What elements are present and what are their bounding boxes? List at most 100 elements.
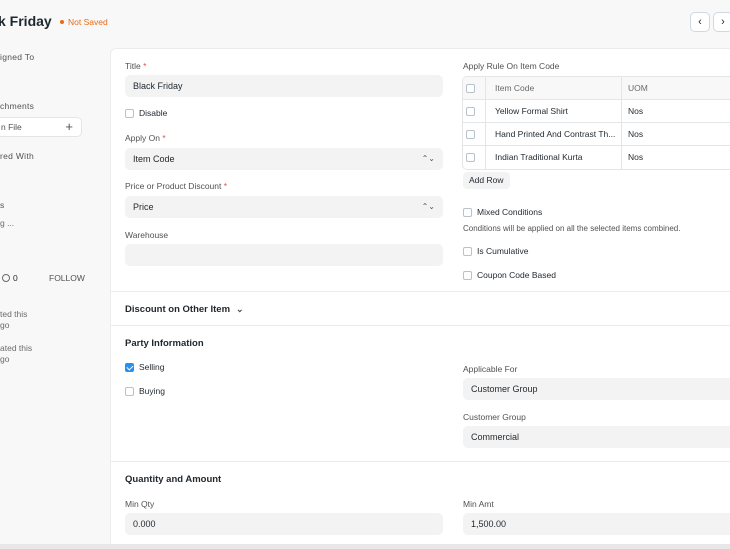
disable-label: Disable [139,108,168,118]
selling-checkbox[interactable] [125,363,134,372]
horizontal-scrollbar[interactable] [0,544,730,549]
table-row[interactable]: Indian Traditional Kurta Nos [463,146,730,169]
tags-label: s [0,200,5,210]
activity-updated: ated this go [0,343,32,365]
selling-label: Selling [139,362,165,372]
row-checkbox[interactable] [466,130,475,139]
column-header-uom: UOM [628,83,648,93]
item-code-cell[interactable]: Yellow Formal Shirt [495,100,617,123]
add-tag-link[interactable]: g ... [0,218,14,229]
apply-rule-label: Apply Rule On Item Code [463,61,560,71]
apply-on-value: Item Code [133,154,175,164]
follow-button[interactable]: FOLLOW [49,273,85,284]
column-divider [485,77,486,100]
previous-record-button[interactable]: ‹ [690,12,710,32]
min-amt-input[interactable]: 1,500.00 [463,513,730,535]
price-discount-select[interactable]: Price ⌃⌄ [125,196,443,218]
select-arrows-icon: ⌃⌄ [421,154,435,163]
required-marker: * [223,181,228,191]
activity-created-text: ted this [0,309,28,319]
min-amt-label: Min Amt [463,499,494,509]
chevron-left-icon: ‹ [698,16,702,28]
required-marker: * [162,133,166,143]
status-text: Not Saved [68,17,108,27]
mixed-conditions-checkbox[interactable] [463,208,472,217]
item-code-cell[interactable]: Hand Printed And Contrast Th... [495,123,617,146]
activity-updated-time: go [0,354,10,364]
is-cumulative-checkbox[interactable] [463,247,472,256]
warehouse-label: Warehouse [125,230,169,240]
required-marker: * [143,61,147,71]
apply-on-label: Apply On * [125,133,166,143]
table-row[interactable]: Hand Printed And Contrast Th... Nos [463,123,730,146]
min-qty-input[interactable]: 0.000 [125,513,443,535]
sidebar: igned To chments n File + red With s g .… [0,48,110,549]
select-arrows-icon: ⌃⌄ [421,202,435,211]
is-cumulative-label: Is Cumulative [477,246,529,256]
activity-created: ted this go [0,309,27,331]
warehouse-input[interactable] [125,244,443,266]
disable-checkbox[interactable] [125,109,134,118]
discount-other-item-title: Discount on Other Item [125,304,231,315]
item-code-table: Item Code UOM Yellow Formal Shirt Nos Ha… [462,76,730,170]
table-row[interactable]: Yellow Formal Shirt Nos [463,100,730,123]
assigned-to-label: igned To [0,52,35,62]
apply-on-select[interactable]: Item Code ⌃⌄ [125,148,443,170]
select-all-checkbox[interactable] [466,84,475,93]
applicable-for-select[interactable]: Customer Group [463,378,730,400]
status-dot-icon [60,19,64,24]
coupon-code-label: Coupon Code Based [477,270,556,280]
mixed-conditions-description: Conditions will be applied on all the se… [463,224,681,233]
row-checkbox[interactable] [466,153,475,162]
min-qty-label: Min Qty [125,499,155,509]
column-divider [485,146,486,169]
title-input[interactable]: Black Friday [125,75,443,97]
shared-with-label: red With [0,151,35,161]
uom-cell[interactable]: Nos [628,100,728,123]
applicable-for-label: Applicable For [463,364,518,374]
plus-icon: + [65,119,73,134]
discount-other-item-section[interactable]: Discount on Other Item ⌄ [125,304,244,315]
page-title: k Friday [0,13,52,29]
attachments-label: chments [0,101,35,111]
comment-icon [2,274,10,282]
section-divider [111,291,730,292]
activity-created-time: go [0,320,10,330]
column-divider [485,100,486,123]
column-divider [485,123,486,146]
column-header-item-code: Item Code [495,83,535,93]
column-divider [621,100,622,123]
price-discount-value: Price [133,202,154,212]
table-header-row: Item Code UOM [463,77,730,100]
chevron-right-icon: › [721,16,725,28]
activity-updated-text: ated this [0,343,33,353]
uom-cell[interactable]: Nos [628,123,728,146]
party-information-title: Party Information [125,338,204,349]
customer-group-input[interactable]: Commercial [463,426,730,448]
price-discount-label-text: Price or Product Discount [125,181,222,191]
attach-file-button[interactable]: n File + [0,117,82,137]
column-divider [621,77,622,100]
customer-group-label: Customer Group [463,412,526,422]
buying-label: Buying [139,386,165,396]
section-divider [111,461,730,462]
chevron-down-icon: ⌄ [236,304,244,314]
next-record-button[interactable]: › [713,12,730,32]
row-checkbox[interactable] [466,107,475,116]
add-row-button[interactable]: Add Row [463,172,510,189]
comment-count: 0 [13,273,18,283]
coupon-code-checkbox[interactable] [463,271,472,280]
attach-file-label: n File [1,122,22,132]
apply-on-label-text: Apply On [125,133,160,143]
item-code-cell[interactable]: Indian Traditional Kurta [495,146,617,169]
column-divider [621,146,622,169]
form-body: Title * Black Friday Disable Apply On * … [110,48,730,549]
title-label-text: Title [125,61,141,71]
quantity-amount-title: Quantity and Amount [125,474,222,485]
buying-checkbox[interactable] [125,387,134,396]
status-indicator: Not Saved [60,17,108,27]
uom-cell[interactable]: Nos [628,146,728,169]
section-divider [111,325,730,326]
page-header: k Friday Not Saved ‹ › [0,0,730,48]
column-divider [621,123,622,146]
